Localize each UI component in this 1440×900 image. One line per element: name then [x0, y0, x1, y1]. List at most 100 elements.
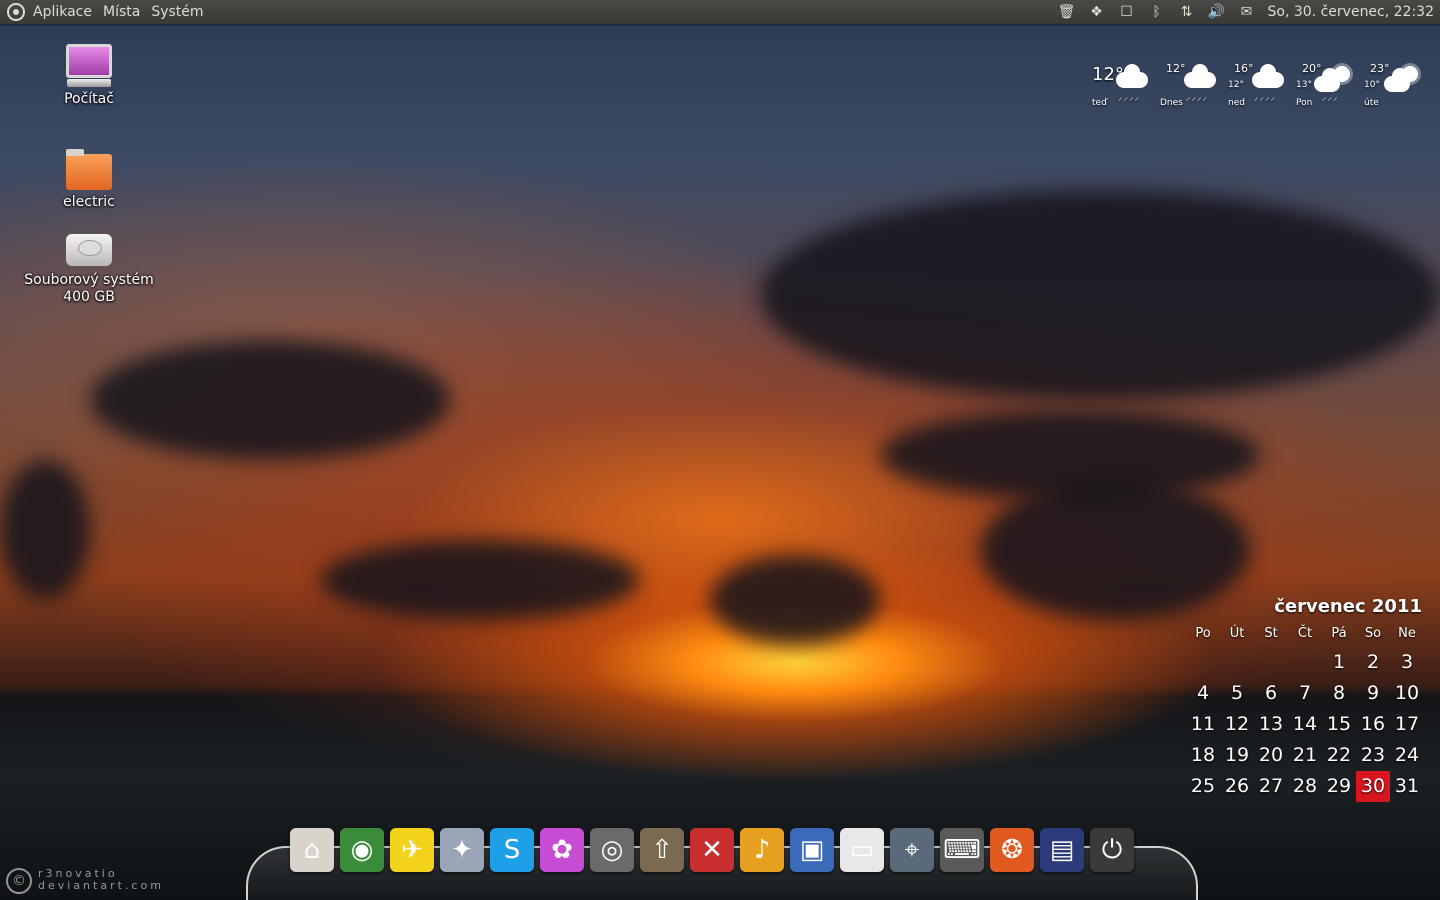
rain-drops: ⸝⸝⸝⸝	[1118, 93, 1141, 103]
calendar-day[interactable]: 4	[1186, 678, 1220, 709]
weather-tuesday: 23° 10° úte	[1362, 60, 1420, 112]
computer-icon	[66, 44, 112, 78]
calendar-weekday: St	[1264, 626, 1278, 641]
desktop-icon-label: Počítač	[64, 91, 114, 107]
sun-cloud-icon	[1384, 68, 1410, 92]
weather-widget: 12° ⸝⸝⸝⸝ teď 12° ⸝⸝⸝⸝ Dnes 16° 12° ⸝⸝⸝⸝ …	[1090, 60, 1420, 112]
calendar-weekday: Čt	[1297, 626, 1313, 641]
weather-day-name: Dnes	[1160, 98, 1183, 108]
picasa-icon[interactable]: ✿	[540, 828, 584, 872]
ubuntu-icon[interactable]: ❂	[990, 828, 1034, 872]
watermark-line2: deviantart.com	[38, 879, 164, 892]
weather-low: 10°	[1364, 80, 1380, 90]
calendar-day[interactable]: 28	[1288, 771, 1322, 802]
calendar-day	[1220, 647, 1254, 678]
rain-icon	[1116, 64, 1148, 88]
calendar-day[interactable]: 12	[1220, 709, 1254, 740]
calendar-widget: červenec 2011 Po Út St Čt Pá So Ne 1 2 3 4 5 6 7 8 9 10 1…	[1186, 596, 1424, 802]
calendar-day[interactable]: 20	[1254, 740, 1288, 771]
weather-day-name: ned	[1228, 98, 1245, 108]
calendar-day[interactable]: 29	[1322, 771, 1356, 802]
calendar-day[interactable]: 5	[1220, 678, 1254, 709]
speaker-icon[interactable]: ◎	[590, 828, 634, 872]
dark-cloud	[320, 540, 640, 620]
menu-places[interactable]: Místa	[103, 4, 140, 20]
document-icon[interactable]: ▭	[840, 828, 884, 872]
calendar-weekday: Út	[1229, 626, 1245, 641]
home-icon[interactable]: ⌂	[290, 828, 334, 872]
rain-drops: ⸝⸝⸝⸝	[1186, 93, 1209, 103]
calendar-weekday: Ne	[1398, 626, 1416, 641]
calendar-day[interactable]: 10	[1390, 678, 1424, 709]
calendar-day[interactable]: 13	[1254, 709, 1288, 740]
chrome-icon[interactable]: ◉	[340, 828, 384, 872]
calendar-day[interactable]: 21	[1288, 740, 1322, 771]
dropbox-icon[interactable]: ❖	[1082, 4, 1112, 20]
screenshot-icon[interactable]: ⌖	[890, 828, 934, 872]
tools-icon[interactable]: ✕	[690, 828, 734, 872]
menu-system[interactable]: Systém	[151, 4, 203, 20]
desktop-icon-computer[interactable]: Počítač	[19, 44, 159, 108]
dark-cloud	[0, 460, 90, 600]
gwibber-icon[interactable]: ✦	[440, 828, 484, 872]
power-icon[interactable]: ⏻	[1090, 828, 1134, 872]
calendar-day[interactable]: 31	[1390, 771, 1424, 802]
window-icon[interactable]: ☐	[1112, 4, 1142, 20]
mail-icon[interactable]: ✉	[1232, 4, 1262, 20]
calendar-day[interactable]: 25	[1186, 771, 1220, 802]
upload-icon[interactable]: ⇧	[640, 828, 684, 872]
folder-icon	[66, 149, 112, 190]
calendar-day[interactable]: 17	[1390, 709, 1424, 740]
desktop-icon-label: electric	[63, 194, 115, 210]
calendar-day[interactable]: 14	[1288, 709, 1322, 740]
calendar-day[interactable]: 15	[1322, 709, 1356, 740]
keyboard-icon[interactable]: ⌨	[940, 828, 984, 872]
rain-icon	[1184, 64, 1216, 88]
calendar-day	[1288, 647, 1322, 678]
calendar-day[interactable]: 24	[1390, 740, 1424, 771]
calendar-day[interactable]: 26	[1220, 771, 1254, 802]
top-panel: Aplikace Místa Systém 🗑 ❖ ☐ ᛒ ⇅ 🔊 ✉ So, …	[0, 0, 1440, 24]
calendar-day[interactable]: 9	[1356, 678, 1390, 709]
weather-day-name: teď	[1092, 98, 1107, 108]
weather-today: 12° ⸝⸝⸝⸝ Dnes	[1158, 60, 1216, 112]
desktop-icon-folder[interactable]: electric	[19, 149, 159, 211]
rain-icon	[1252, 64, 1284, 88]
menu-applications[interactable]: Aplikace	[33, 4, 92, 20]
weather-now: 12° ⸝⸝⸝⸝ teď	[1090, 60, 1148, 112]
weather-temp: 16°	[1234, 62, 1254, 75]
calendar-day[interactable]: 3	[1390, 647, 1424, 678]
skype-icon[interactable]: S	[490, 828, 534, 872]
calendar-day[interactable]: 7	[1288, 678, 1322, 709]
bird-icon[interactable]: ✈	[390, 828, 434, 872]
calendar-day[interactable]: 2	[1356, 647, 1390, 678]
rain-drops: ⸝⸝⸝⸝	[1254, 93, 1277, 103]
calendar-weekday: So	[1364, 626, 1382, 641]
bluetooth-icon[interactable]: ᛒ	[1142, 4, 1172, 20]
dock: ⌂ ◉ ✈ ✦ S ✿ ◎ ⇧ ✕ ♪ ▣ ▭ ⌖ ⌨ ❂ ▤ ⏻	[246, 828, 1198, 900]
calendar-day[interactable]: 19	[1220, 740, 1254, 771]
trash-icon[interactable]: 🗑	[1052, 4, 1082, 20]
desktop-icon-filesystem[interactable]: Souborový systém 400 GB	[19, 234, 159, 306]
calendar-day[interactable]: 8	[1322, 678, 1356, 709]
calendar-day	[1254, 647, 1288, 678]
calendar-day[interactable]: 1	[1322, 647, 1356, 678]
calendar-day-today[interactable]: 30	[1356, 771, 1390, 802]
calendar-day[interactable]: 18	[1186, 740, 1220, 771]
weather-temp: 12°	[1166, 62, 1186, 75]
calendar-day[interactable]: 11	[1186, 709, 1220, 740]
ubuntu-logo-icon[interactable]	[7, 3, 25, 21]
calendar-day[interactable]: 6	[1254, 678, 1288, 709]
clock[interactable]: So, 30. červenec, 22:32	[1268, 4, 1434, 20]
calendar-day[interactable]: 22	[1322, 740, 1356, 771]
calendar-day[interactable]: 16	[1356, 709, 1390, 740]
cpu-monitor-icon[interactable]: ▤	[1040, 828, 1084, 872]
weather-low: 13°	[1296, 80, 1312, 90]
rhythmbox-icon[interactable]: ♪	[740, 828, 784, 872]
network-icon[interactable]: ⇅	[1172, 4, 1202, 20]
volume-icon[interactable]: 🔊	[1202, 4, 1232, 20]
calendar-day[interactable]: 23	[1356, 740, 1390, 771]
calendar-weekday: Pá	[1331, 626, 1347, 641]
virtualbox-icon[interactable]: ▣	[790, 828, 834, 872]
calendar-day[interactable]: 27	[1254, 771, 1288, 802]
